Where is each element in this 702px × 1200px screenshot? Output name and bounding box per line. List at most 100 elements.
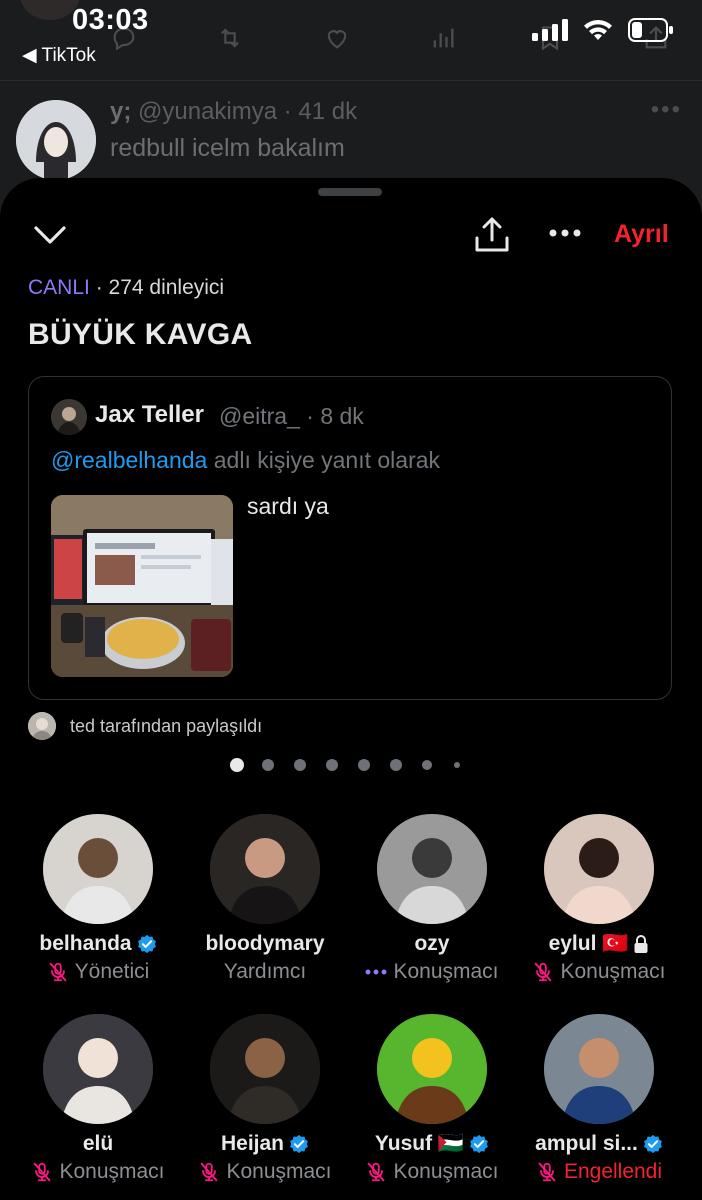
participant-name-row: Heijan <box>181 1132 349 1156</box>
pinned-post-handle: @eitra_ · 8 dk <box>219 403 364 429</box>
participant-tile[interactable]: eylul 🇹🇷 Konuşmacı <box>515 814 683 984</box>
more-icon: ••• <box>650 96 682 123</box>
avatar[interactable] <box>43 1014 153 1124</box>
participant-role: Konuşmacı <box>393 960 499 983</box>
sheet-grabber[interactable] <box>318 188 382 196</box>
participant-role-row: Konuşmacı <box>348 960 516 984</box>
divider <box>0 80 702 81</box>
participant-tile[interactable]: Heijan Konuşmacı <box>181 1014 349 1184</box>
pager-dot[interactable] <box>294 759 306 771</box>
shared-by-row: ted tarafından paylaşıldı <box>28 712 262 740</box>
space-title: BÜYÜK KAVGA <box>28 318 253 351</box>
speaking-dots-icon <box>365 969 387 975</box>
pinned-post-author: Jax Teller <box>95 401 204 428</box>
avatar[interactable] <box>210 1014 320 1124</box>
avatar[interactable] <box>377 1014 487 1124</box>
participant-name: Yusuf 🇵🇸 <box>374 1132 465 1155</box>
shared-by-text: ted tarafından paylaşıldı <box>70 715 263 736</box>
background-post-author: y; @yunakimya · 41 dk <box>110 98 358 125</box>
participant-role: Yönetici <box>74 960 150 983</box>
participant-tile[interactable]: belhanda Yönetici <box>14 814 182 984</box>
status-icons <box>532 18 674 42</box>
pinned-post-text: sardı ya <box>247 493 329 519</box>
live-badge: CANLI <box>28 276 90 299</box>
participant-tile[interactable]: Yusuf 🇵🇸 Konuşmacı <box>348 1014 516 1184</box>
participant-role: Konuşmacı <box>393 1160 499 1183</box>
pager-dot[interactable] <box>326 759 338 771</box>
background-post-avatar <box>16 100 96 180</box>
participant-tile[interactable]: elü Konuşmacı <box>14 1014 182 1184</box>
participant-name: Heijan <box>220 1132 285 1155</box>
share-icon[interactable] <box>472 214 512 254</box>
avatar[interactable] <box>544 1014 654 1124</box>
battery-icon <box>628 18 673 42</box>
participant-role-row: Engellendi <box>515 1160 683 1184</box>
verified-badge-icon <box>290 1134 308 1154</box>
participant-name: belhanda <box>39 932 132 955</box>
collapse-chevron-down-icon[interactable] <box>30 218 70 252</box>
avatar[interactable] <box>43 814 153 924</box>
background-avatar <box>20 0 80 20</box>
participant-name-row: ozy <box>348 932 516 956</box>
participant-name-row: Yusuf 🇵🇸 <box>348 1132 516 1156</box>
retweet-icon <box>221 28 240 48</box>
pinned-post-photo[interactable] <box>51 495 233 677</box>
pager-dots[interactable] <box>230 758 486 772</box>
participant-role-row: Konuşmacı <box>515 960 683 984</box>
views-icon <box>433 28 454 48</box>
mic-off-icon <box>368 1162 385 1182</box>
verified-badge-icon <box>470 1134 488 1154</box>
lock-icon <box>634 935 648 953</box>
participant-name: bloodymary <box>205 932 325 955</box>
mic-off-icon <box>535 962 552 982</box>
mic-off-icon <box>34 1162 51 1182</box>
status-time: 03:03 <box>72 4 149 36</box>
reply-context: @realbelhanda adlı kişiye yanıt olarak <box>51 447 441 473</box>
participant-role-row: Yönetici <box>14 960 182 984</box>
participant-role: Konuşmacı <box>59 1160 165 1183</box>
participant-name: ozy <box>414 932 450 955</box>
pager-dot[interactable] <box>454 762 460 768</box>
pinned-post-card[interactable]: Jax Teller @eitra_ · 8 dk @realbelhanda … <box>28 376 672 700</box>
verified-badge-icon <box>137 934 156 954</box>
more-options-icon[interactable] <box>545 218 585 248</box>
participant-role: Konuşmacı <box>560 960 666 983</box>
participant-name-row: elü <box>14 1132 182 1156</box>
pager-dot[interactable] <box>422 760 432 770</box>
participant-tile[interactable]: ozy Konuşmacı <box>348 814 516 984</box>
mic-off-icon <box>49 962 66 982</box>
participant-role: Konuşmacı <box>226 1160 332 1183</box>
avatar[interactable] <box>210 814 320 924</box>
mention-link[interactable]: @realbelhanda <box>51 447 207 473</box>
participant-name-row: bloodymary <box>181 932 349 956</box>
pager-dot[interactable] <box>262 759 274 771</box>
participant-role: Yardımcı <box>223 960 307 983</box>
participant-name: ampul si... <box>535 1132 638 1155</box>
participant-role-row: Konuşmacı <box>181 1160 349 1184</box>
like-icon <box>327 30 346 49</box>
mic-off-icon <box>538 1162 556 1182</box>
space-sheet: Ayrıl CANLI · 274 dinleyici BÜYÜK KAVGA … <box>0 178 702 1200</box>
cellular-signal-icon <box>532 19 568 41</box>
avatar[interactable] <box>377 814 487 924</box>
participant-tile[interactable]: bloodymary Yardımcı <box>181 814 349 984</box>
pager-dot[interactable] <box>230 758 244 772</box>
verified-badge-icon <box>643 1134 662 1154</box>
leave-space-button[interactable]: Ayrıl <box>614 220 669 249</box>
participant-role-row: Konuşmacı <box>348 1160 516 1184</box>
participant-role: Engellendi <box>563 1160 663 1183</box>
shared-by-avatar <box>28 712 56 740</box>
participant-name-row: ampul si... <box>515 1132 683 1156</box>
avatar[interactable] <box>544 814 654 924</box>
wifi-icon <box>584 19 612 40</box>
participant-role-row: Konuşmacı <box>14 1160 182 1184</box>
participant-role-row: Yardımcı <box>181 960 349 984</box>
pager-dot[interactable] <box>358 759 370 771</box>
pager-dot[interactable] <box>390 759 402 771</box>
participant-name-row: eylul 🇹🇷 <box>515 932 683 956</box>
live-status: CANLI · 274 dinleyici <box>28 276 224 300</box>
participant-tile[interactable]: ampul si... Engellendi <box>515 1014 683 1184</box>
back-to-app[interactable]: ◀ TikTok <box>22 44 96 67</box>
pinned-post-avatar <box>51 399 87 435</box>
participant-name: eylul 🇹🇷 <box>548 932 629 955</box>
